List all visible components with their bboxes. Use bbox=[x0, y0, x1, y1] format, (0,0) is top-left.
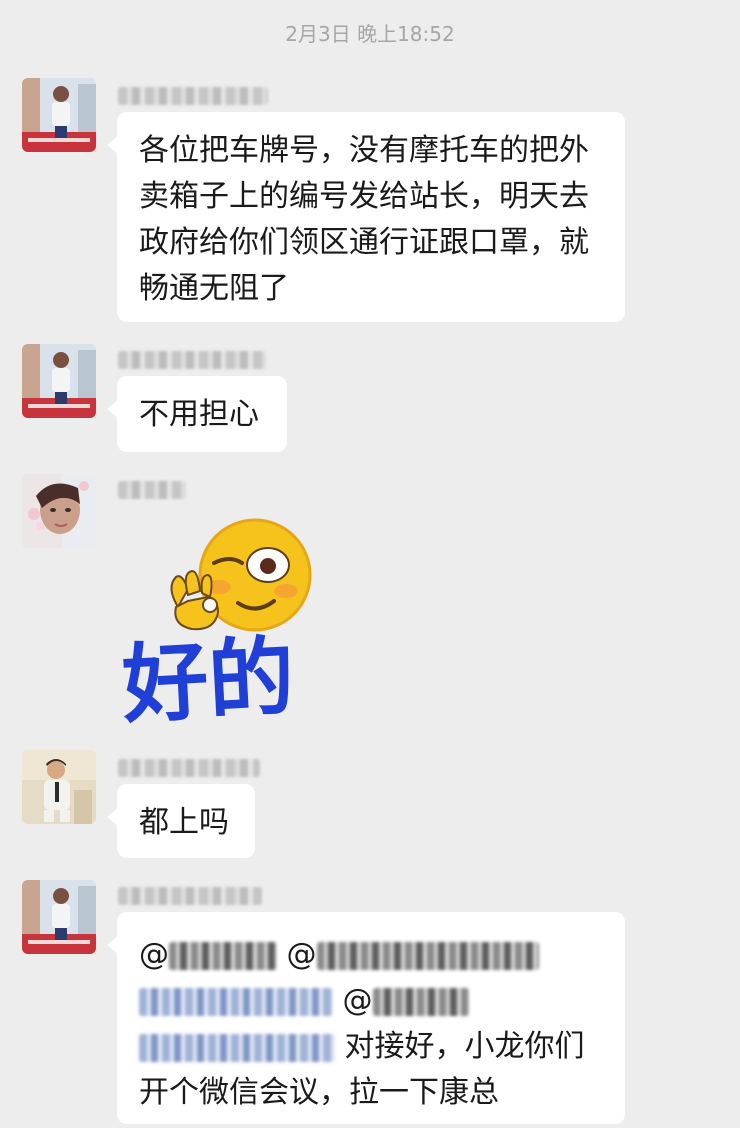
message-text: 对接好，小龙你们 bbox=[344, 1029, 585, 1064]
message-bubble[interactable]: 不用担心 bbox=[107, 376, 287, 452]
message-text: 不用担心 bbox=[139, 397, 259, 432]
mention-text: @ bbox=[286, 937, 317, 972]
avatar[interactable] bbox=[22, 344, 96, 418]
sticker-message[interactable]: 好的 bbox=[118, 515, 338, 736]
mention-text: @ bbox=[139, 937, 169, 972]
redacted-name bbox=[372, 987, 469, 1016]
message-text: 各位把车牌号，没有摩托车的把外 bbox=[139, 133, 589, 168]
mention-text: @ bbox=[342, 983, 373, 1018]
avatar[interactable] bbox=[22, 78, 96, 152]
message-text: 政府给你们领区通行证跟口罩，就 bbox=[139, 225, 589, 260]
message-bubble[interactable]: @ @ @ 对接好，小龙你们 开个微信会议，拉一下康总 bbox=[107, 912, 625, 1124]
redacted-name bbox=[169, 941, 277, 970]
redacted-name bbox=[316, 941, 539, 970]
message-text: 开个微信会议，拉一下康总 bbox=[139, 1075, 499, 1110]
redacted-phone-link[interactable] bbox=[139, 1033, 335, 1062]
message-bubble[interactable]: 各位把车牌号，没有摩托车的把外 卖箱子上的编号发给站长，明天去 政府给你们领区通… bbox=[107, 112, 625, 322]
message-text: 卖箱子上的编号发给站长，明天去 bbox=[139, 179, 589, 214]
avatar[interactable] bbox=[22, 750, 96, 824]
message-text: 都上吗 bbox=[139, 805, 229, 840]
avatar[interactable] bbox=[22, 474, 96, 548]
chat-timestamp: 2月3日 晚上18:52 bbox=[285, 22, 455, 46]
wink-ok-emoji bbox=[170, 518, 312, 632]
message-text: 畅通无阻了 bbox=[139, 271, 289, 306]
message-bubble[interactable]: 都上吗 bbox=[107, 784, 255, 858]
message-line: @ @ bbox=[139, 932, 603, 978]
avatar[interactable] bbox=[22, 880, 96, 954]
redacted-phone-link[interactable] bbox=[139, 987, 333, 1016]
sticker-caption: 好的 bbox=[119, 627, 297, 730]
message-line: @ bbox=[139, 978, 603, 1024]
message-line: 对接好，小龙你们 bbox=[139, 1024, 603, 1070]
